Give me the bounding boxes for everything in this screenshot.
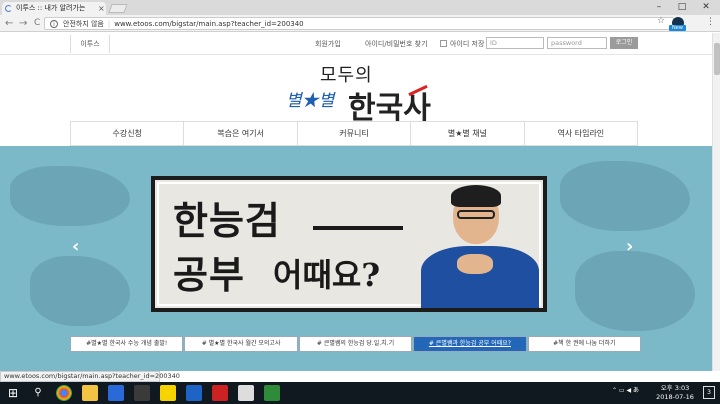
hero-decoration: [30, 256, 130, 326]
hero-tab[interactable]: #별★별 한국사 수능 개념 출발!: [70, 336, 184, 352]
address-bar[interactable]: i 안전하지 않음 | www.etoos.com/bigstar/main.asp…: [44, 17, 674, 30]
loading-spinner-icon: [5, 5, 12, 12]
clock[interactable]: 오후 3:03 2018-07-16: [650, 384, 700, 402]
nav-item-community[interactable]: 커뮤니티: [298, 122, 412, 145]
hero-banner[interactable]: 한능검 공부 어때요?: [151, 176, 547, 312]
browser-toolbar: ← → C i 안전하지 않음 | www.etoos.com/bigstar/ma…: [0, 15, 720, 32]
breadcrumb[interactable]: 이투스: [70, 35, 110, 53]
minimize-button[interactable]: –: [648, 0, 670, 15]
hero-tab-bar: #별★별 한국사 수능 개념 출발! # 별★별 한국사 월간 모의고사 # 큰…: [70, 336, 642, 352]
notepad-icon[interactable]: [238, 385, 254, 401]
site-logo[interactable]: 모두의 별★별 한국사: [280, 61, 440, 126]
chrome-icon[interactable]: [56, 385, 72, 401]
hero-decoration: [10, 166, 130, 226]
clock-time: 오후 3:03: [660, 384, 690, 392]
next-slide-arrow[interactable]: ›: [626, 236, 633, 257]
hero-decoration: [560, 161, 690, 231]
kakaotalk-icon[interactable]: [160, 385, 176, 401]
teacher-photo: [417, 180, 543, 308]
password-input[interactable]: password: [547, 37, 607, 49]
info-icon[interactable]: i: [50, 20, 58, 28]
page-scrollbar[interactable]: [712, 33, 720, 371]
save-id-label: 아이디 저장: [450, 40, 485, 48]
tab-close-icon[interactable]: ×: [98, 2, 105, 15]
app-icon[interactable]: [264, 385, 280, 401]
nav-item-channel[interactable]: 별★별 채널: [411, 122, 525, 145]
new-tab-button[interactable]: [108, 4, 128, 13]
browser-tab-strip: 이투스 :: 내가 알려가는 × – □ ✕: [0, 0, 720, 15]
main-nav: 수강신청 복습은 여기서 커뮤니티 별★별 채널 역사 타임라인: [70, 121, 639, 146]
new-badge: New: [669, 25, 686, 31]
prev-slide-arrow[interactable]: ‹: [72, 236, 79, 257]
app-icon[interactable]: [186, 385, 202, 401]
app-icon[interactable]: [108, 385, 124, 401]
file-explorer-icon[interactable]: [82, 385, 98, 401]
browser-tab[interactable]: 이투스 :: 내가 알려가는 ×: [2, 2, 106, 15]
security-label: 안전하지 않음: [63, 20, 104, 28]
filezilla-icon[interactable]: [212, 385, 228, 401]
banner-headline-1: 한능검: [173, 198, 281, 243]
banner-headline-3: 어때요?: [273, 256, 381, 294]
nav-item-register[interactable]: 수강신청: [70, 122, 185, 145]
hero-decoration: [575, 251, 695, 331]
search-icon[interactable]: ⚲: [30, 385, 46, 401]
reload-button[interactable]: C: [34, 16, 40, 31]
nav-item-review[interactable]: 복습은 여기서: [184, 122, 298, 145]
hero-tab[interactable]: #책 한 권에 나눔 더하기: [527, 336, 642, 352]
signup-link[interactable]: 회원가입: [315, 39, 341, 49]
hero-tab-active[interactable]: # 큰별쌤과 한능검 공부 어때요?: [413, 336, 527, 352]
forward-button[interactable]: →: [19, 16, 27, 31]
app-icon[interactable]: [134, 385, 150, 401]
site-topbar: 이투스 회원가입 아이디/비밀번호 찾기 아이디 저장 ID password …: [0, 33, 720, 55]
web-page: 이투스 회원가입 아이디/비밀번호 찾기 아이디 저장 ID password …: [0, 33, 720, 371]
logo-stars-text: 별★별: [286, 91, 335, 111]
status-bar: www.etoos.com/bigstar/main.asp?teacher_i…: [0, 371, 180, 382]
back-button[interactable]: ←: [5, 16, 13, 31]
close-window-button[interactable]: ✕: [695, 0, 717, 15]
maximize-button[interactable]: □: [671, 0, 693, 15]
login-button[interactable]: 로그인: [610, 37, 638, 49]
browser-menu-icon[interactable]: ⋮: [706, 17, 715, 27]
find-account-link[interactable]: 아이디/비밀번호 찾기: [365, 39, 428, 49]
start-button[interactable]: ⊞: [0, 382, 26, 404]
scroll-thumb[interactable]: [714, 43, 720, 75]
hero-tab[interactable]: # 별★별 한국사 월간 모의고사: [184, 336, 298, 352]
tab-title: 이투스 :: 내가 알려가는: [16, 4, 86, 12]
notification-center-icon[interactable]: 3: [703, 386, 715, 399]
url-text: www.etoos.com/bigstar/main.asp?teacher_i…: [114, 20, 304, 28]
hero-slider: ‹ › 한능검 공부 어때요? #별★별 한국사 수능 개념 출발! # 별★별…: [0, 146, 712, 371]
hero-tab[interactable]: # 큰별쌤의 한능검 당.일.치.기: [298, 336, 413, 352]
id-input[interactable]: ID: [486, 37, 544, 49]
system-tray[interactable]: ⌃ ▭ ◀ あ: [612, 385, 639, 394]
bookmark-star-icon[interactable]: ☆: [657, 16, 665, 26]
banner-blank-line: [313, 226, 403, 230]
banner-headline-2: 공부: [173, 252, 245, 297]
windows-taskbar: ⊞ ⚲ ⌃ ▭ ◀ あ 오후 3:03 2018-07-16 3: [0, 382, 720, 404]
clock-date: 2018-07-16: [656, 393, 694, 401]
nav-item-timeline[interactable]: 역사 타임라인: [525, 122, 639, 145]
save-id-checkbox[interactable]: [440, 40, 447, 47]
